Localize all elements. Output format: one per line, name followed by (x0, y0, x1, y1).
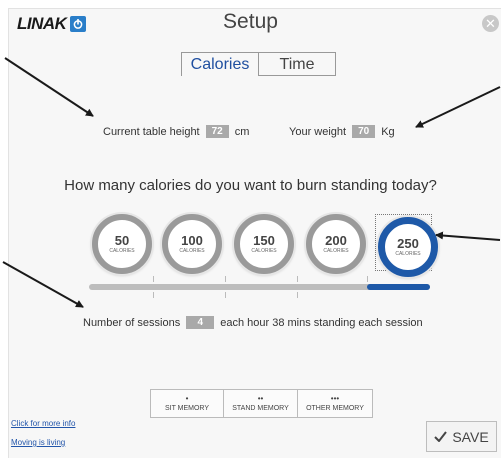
annotation-arrow (415, 86, 501, 128)
annotation-arrow (4, 57, 94, 117)
annotation-arrow (2, 261, 84, 308)
annotation-arrow (435, 231, 501, 241)
annotation-arrows (2, 57, 501, 308)
